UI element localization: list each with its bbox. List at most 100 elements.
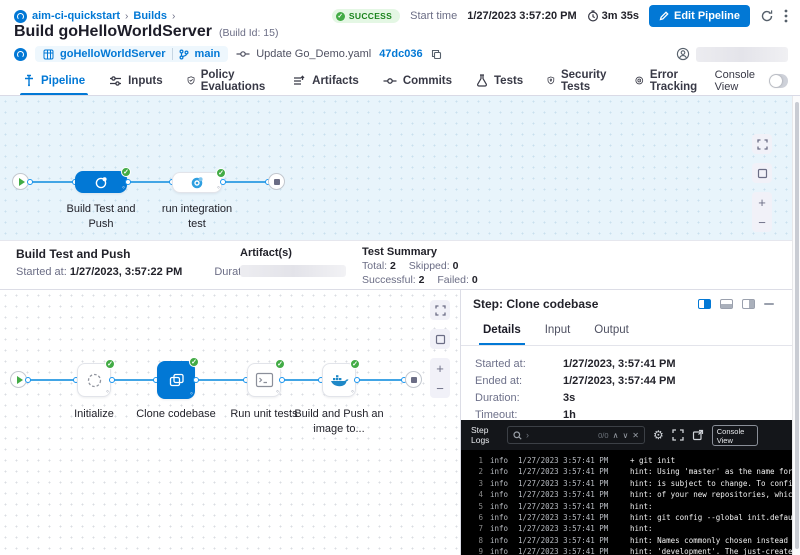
page-scrollbar[interactable] [792,96,800,555]
log-settings-button[interactable]: ⚙ [653,429,664,441]
step-connector [357,379,404,381]
console-title: Step Logs [471,425,499,445]
bottom-panel-icon[interactable] [720,299,733,309]
field-label: Duration: [475,390,563,407]
tab-output[interactable]: Output [584,318,639,345]
stage-graph-canvas[interactable]: ✓ ‹› ✓ ‹› Build Test and Push run integr… [0,96,800,240]
log-fullscreen-button[interactable] [672,429,684,441]
elapsed-time: 3m 35s [587,10,639,22]
build-execution-page: aim-ci-quickstart › Builds › ✓ SUCCESS S… [0,0,800,555]
step-logs-console: Step Logs › 0/0 ∧ ∨ ✕ ⚙ Console View [461,420,800,555]
pipeline-tab-icon [23,74,35,87]
search-match-count: 0/0 [598,431,608,440]
fit-to-screen-button[interactable] [430,329,450,349]
chip-divider [172,48,173,60]
step-node-build-and-push[interactable]: ✓ ‹› [322,363,356,397]
right-panel-icon[interactable] [742,299,755,309]
field-value: 3s [563,390,575,407]
artifact-value-redacted [240,265,346,277]
step-graph-canvas[interactable]: ✓ ‹› ✓ ‹› ✓ ‹› ✓ ‹› Ini [0,290,460,555]
success-check-icon: ✓ [216,168,226,178]
breadcrumb-separator-icon: › [172,11,175,22]
step-details-panel: Step: Clone codebase Details Input Outpu… [460,290,800,555]
stage-label[interactable]: Build Test and Push [56,202,146,232]
success-check-icon: ✓ [189,357,199,367]
commit-icon [236,50,250,58]
split-view-icon[interactable] [698,299,711,309]
console-view-toggle[interactable] [769,74,788,88]
field-row: Ended at:1/27/2023, 3:57:44 PM [475,373,786,390]
kebab-menu-icon [784,9,788,23]
copy-icon[interactable] [431,49,442,60]
stage-label[interactable]: run integration test [152,202,242,232]
zoom-in-button[interactable]: + [430,358,450,378]
zoom-out-button[interactable]: − [752,212,772,232]
pipeline-end-node [268,173,285,190]
console-view-button[interactable]: Console View [712,425,758,446]
stage-type-icon: ‹› [122,185,124,191]
step-node-initialize[interactable]: ✓ ‹› [77,363,111,397]
edit-pipeline-button[interactable]: Edit Pipeline [649,5,750,27]
tab-error-tracking[interactable]: Error Tracking [624,66,712,95]
tab-tests[interactable]: Tests [465,66,534,95]
fullscreen-button[interactable] [430,300,450,320]
page-header: aim-ci-quickstart › Builds › ✓ SUCCESS S… [0,0,800,66]
step-node-clone-codebase[interactable]: ✓ ‹› [157,361,195,399]
tab-inputs[interactable]: Inputs [98,66,174,95]
zoom-controls: + − [752,192,772,232]
log-search-input[interactable]: › 0/0 ∧ ∨ ✕ [507,426,645,444]
step-type-icon: ‹› [351,389,353,395]
commits-tab-icon [383,77,397,85]
minimize-icon[interactable] [764,303,774,305]
tab-security-tests[interactable]: Security Tests [536,66,622,95]
test-summary-block: Test Summary Total: 2 Skipped: 0 Success… [362,245,488,287]
status-badge-label: SUCCESS [349,11,392,21]
stage-node-build-test-and-push[interactable]: ✓ ‹› [75,171,127,193]
tab-commits[interactable]: Commits [372,66,463,95]
search-clear-icon[interactable]: ✕ [632,431,639,440]
step-label[interactable]: Initialize [54,407,134,422]
step-label[interactable]: Clone codebase [126,407,226,422]
search-prev-icon[interactable]: ∧ [613,431,619,440]
zoom-in-button[interactable]: + [752,192,772,212]
log-line: 3info1/27/2023 3:57:41 PMhint: is subjec… [471,478,800,489]
commit-message[interactable]: Update Go_Demo.yaml [256,48,371,60]
refresh-button[interactable] [760,9,774,23]
tab-policy-evaluations[interactable]: Policy Evaluations [176,66,281,95]
commit-hash[interactable]: 47dc036 [379,48,422,60]
log-lines[interactable]: 1info1/27/2023 3:57:41 PM+ git init 2inf… [461,450,800,555]
field-label: Started at: [475,356,563,373]
docker-icon [330,373,349,388]
gear-icon: ⚙ [653,428,664,442]
search-next-icon[interactable]: ∨ [622,431,628,440]
fullscreen-button[interactable] [752,134,772,154]
fullscreen-icon [672,429,684,441]
more-options-button[interactable] [784,9,788,23]
step-panel-header: Step: Clone codebase [461,290,800,318]
repo-branch-chip[interactable]: goHelloWorldServer main [35,46,228,62]
total-label: Total: [362,260,387,272]
stage-node-run-integration-test[interactable]: ✓ ‹› [172,172,222,193]
execution-area: ✓ ‹› ✓ ‹› ✓ ‹› ✓ ‹› Ini [0,290,800,555]
log-line: 1info1/27/2023 3:57:41 PM+ git init [471,455,800,466]
tab-details[interactable]: Details [473,318,531,345]
step-label[interactable]: Build and Push an image to... [289,407,389,437]
tab-pipeline[interactable]: Pipeline [12,66,96,95]
tab-input[interactable]: Input [535,318,581,345]
refresh-icon [760,9,774,23]
step-canvas-controls: + − [430,300,450,398]
open-in-new-button[interactable] [692,429,704,441]
tab-artifacts[interactable]: Artifacts [282,66,370,95]
elapsed-value: 3m 35s [602,10,639,22]
step-node-run-unit-tests[interactable]: ✓ ‹› [247,363,281,397]
breadcrumb-project[interactable]: aim-ci-quickstart [32,10,120,22]
scrollbar-thumb[interactable] [795,102,799,549]
zoom-out-button[interactable]: − [430,378,450,398]
breadcrumb-builds[interactable]: Builds [133,10,167,22]
fit-icon [757,168,768,179]
fit-icon [435,334,446,345]
step-panel-tabs: Details Input Output [461,318,800,346]
log-line: 8info1/27/2023 3:57:41 PMhint: Names com… [471,535,800,546]
field-label: Ended at: [475,373,563,390]
fit-to-screen-button[interactable] [752,163,772,183]
